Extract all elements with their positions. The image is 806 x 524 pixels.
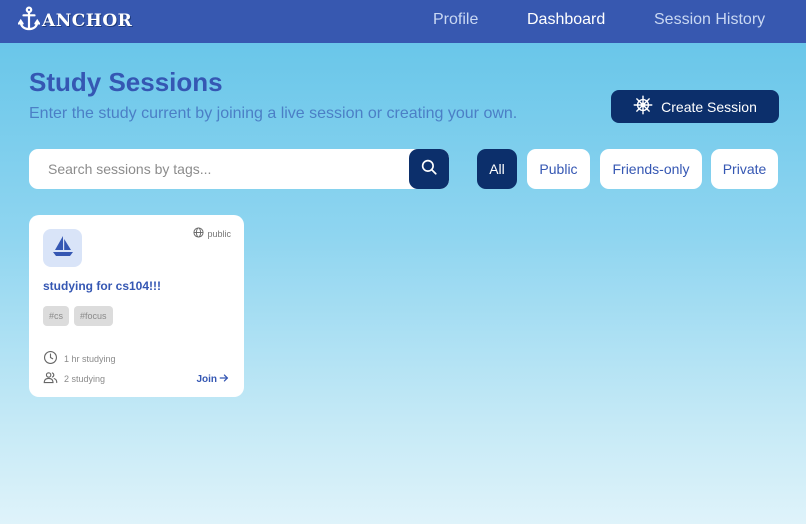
search-bar bbox=[29, 149, 449, 189]
page-title: Study Sessions bbox=[29, 67, 223, 97]
create-session-label: Create Session bbox=[661, 98, 757, 115]
participants-label: 2 studying bbox=[64, 373, 106, 384]
filter-private-button[interactable]: Private bbox=[711, 149, 778, 189]
page-subtitle: Enter the study current by joining a liv… bbox=[29, 105, 518, 122]
globe-icon bbox=[193, 227, 205, 240]
logo[interactable]: ANCHOR bbox=[17, 6, 133, 37]
session-duration: 1 hr studying bbox=[43, 350, 116, 367]
join-session-link[interactable]: Join bbox=[196, 373, 229, 386]
tag-chip[interactable]: #cs bbox=[43, 306, 70, 326]
filter-friends-only-button[interactable]: Friends-only bbox=[600, 149, 702, 189]
arrow-right-icon bbox=[219, 373, 229, 386]
visibility-badge: public bbox=[193, 227, 231, 240]
visibility-label: public bbox=[207, 228, 231, 239]
logo-text: ANCHOR bbox=[42, 11, 133, 31]
join-label: Join bbox=[196, 374, 217, 385]
top-nav-bar: ANCHOR Profile Dashboard Session History bbox=[0, 0, 806, 43]
filter-public-button[interactable]: Public bbox=[527, 149, 590, 189]
nav-dashboard[interactable]: Dashboard bbox=[527, 11, 605, 29]
nav-profile[interactable]: Profile bbox=[433, 11, 478, 29]
ship-wheel-icon bbox=[633, 95, 653, 118]
session-icon-tile bbox=[43, 229, 82, 267]
filter-all-button[interactable]: All bbox=[477, 149, 517, 189]
search-icon bbox=[420, 158, 438, 181]
tag-chip[interactable]: #focus bbox=[74, 306, 113, 326]
create-session-button[interactable]: Create Session bbox=[611, 90, 779, 123]
users-icon bbox=[43, 370, 58, 387]
session-tags: #cs #focus bbox=[43, 306, 113, 326]
anchor-icon bbox=[17, 6, 41, 37]
search-button[interactable] bbox=[409, 149, 449, 189]
clock-icon bbox=[43, 350, 58, 367]
nav-session-history[interactable]: Session History bbox=[654, 11, 765, 29]
duration-label: 1 hr studying bbox=[64, 353, 116, 364]
session-participants: 2 studying bbox=[43, 370, 105, 387]
search-input[interactable] bbox=[29, 149, 409, 189]
sailboat-icon bbox=[51, 234, 75, 263]
session-card[interactable]: public studying for cs104!!! #cs #focus … bbox=[29, 215, 244, 397]
session-title: studying for cs104!!! bbox=[43, 279, 162, 293]
